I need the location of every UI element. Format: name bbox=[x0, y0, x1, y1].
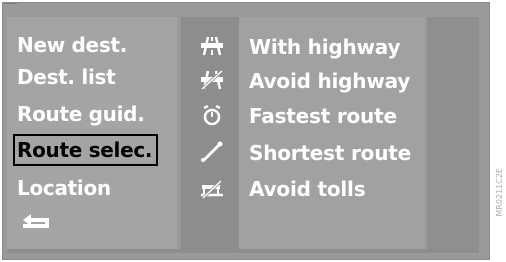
avoid-highway-icon bbox=[199, 69, 225, 91]
right-panel bbox=[427, 17, 479, 249]
option-avoid-highway[interactable]: Avoid highway bbox=[249, 69, 410, 93]
menu-item-new-dest[interactable]: New dest. bbox=[17, 33, 127, 57]
shortest-route-icon bbox=[199, 141, 225, 163]
option-shortest-route[interactable]: Shortest route bbox=[249, 141, 411, 165]
stopwatch-icon bbox=[199, 104, 225, 126]
option-avoid-tolls[interactable]: Avoid tolls bbox=[249, 177, 366, 201]
divider bbox=[3, 3, 17, 4]
navigation-screen: New dest. Dest. list Route guid. Route s… bbox=[2, 2, 490, 260]
image-id-watermark: MR0211C2E bbox=[495, 168, 504, 217]
menu-item-route-guid[interactable]: Route guid. bbox=[17, 102, 145, 126]
menu-item-route-selec[interactable]: Route selec. bbox=[12, 134, 159, 166]
option-with-highway[interactable]: With highway bbox=[249, 35, 401, 59]
option-fastest-route[interactable]: Fastest route bbox=[249, 104, 397, 128]
menu-item-location[interactable]: Location bbox=[17, 176, 111, 200]
avoid-tolls-icon bbox=[199, 177, 225, 200]
highway-icon bbox=[199, 35, 225, 57]
menu-item-dest-list[interactable]: Dest. list bbox=[17, 65, 116, 89]
bottom-bar bbox=[7, 249, 479, 253]
back-arrow-icon[interactable] bbox=[19, 209, 53, 235]
